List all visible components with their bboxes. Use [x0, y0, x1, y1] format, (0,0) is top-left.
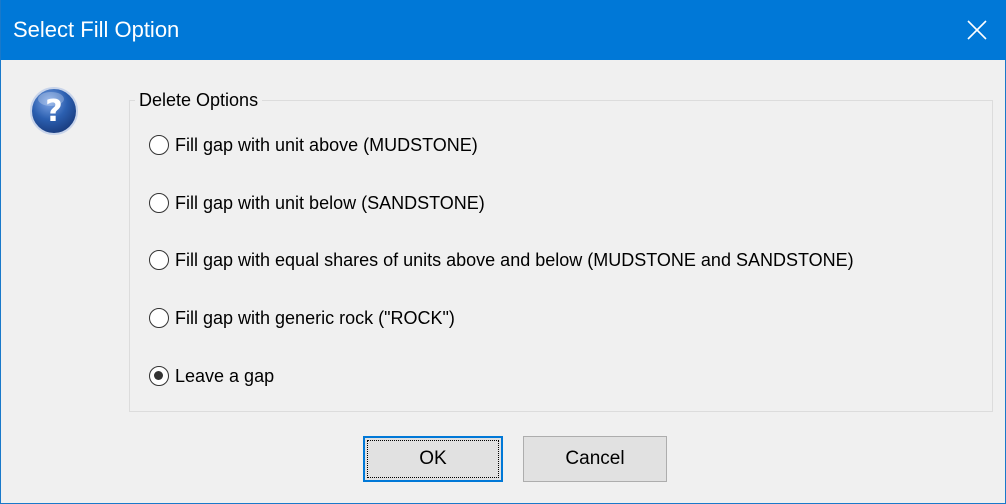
- radio-leave-gap[interactable]: Leave a gap: [149, 363, 274, 389]
- cancel-button[interactable]: Cancel: [523, 436, 667, 482]
- radio-fill-below[interactable]: Fill gap with unit below (SANDSTONE): [149, 190, 485, 216]
- radio-fill-equal-shares[interactable]: Fill gap with equal shares of units abov…: [149, 247, 854, 273]
- radio-circle[interactable]: [149, 135, 169, 155]
- question-icon: ?: [30, 87, 78, 135]
- radio-label: Fill gap with generic rock ("ROCK"): [175, 307, 455, 328]
- title-bar[interactable]: Select Fill Option: [1, 0, 1006, 60]
- dialog-title: Select Fill Option: [13, 17, 180, 42]
- radio-label: Fill gap with unit above (MUDSTONE): [175, 134, 478, 155]
- radio-circle[interactable]: [149, 193, 169, 213]
- radio-label: Leave a gap: [175, 365, 275, 386]
- radio-label: Fill gap with unit below (SANDSTONE): [175, 192, 485, 213]
- cancel-label: Cancel: [565, 448, 625, 469]
- svg-text:?: ?: [45, 94, 62, 129]
- focus-ring: [367, 440, 499, 478]
- close-button[interactable]: [947, 0, 1006, 60]
- radio-circle[interactable]: [149, 250, 169, 270]
- radio-circle-selected[interactable]: [149, 366, 169, 386]
- radio-circle[interactable]: [149, 308, 169, 328]
- radio-fill-above[interactable]: Fill gap with unit above (MUDSTONE): [149, 132, 478, 158]
- ok-button[interactable]: OK: [363, 436, 503, 482]
- close-icon: [967, 20, 987, 40]
- group-legend: Delete Options: [135, 88, 263, 112]
- dialog-window: Select Fill Option ? Delete Options Fill…: [0, 0, 1006, 504]
- radio-fill-generic-rock[interactable]: Fill gap with generic rock ("ROCK"): [149, 305, 455, 331]
- radio-label: Fill gap with equal shares of units abov…: [175, 249, 854, 270]
